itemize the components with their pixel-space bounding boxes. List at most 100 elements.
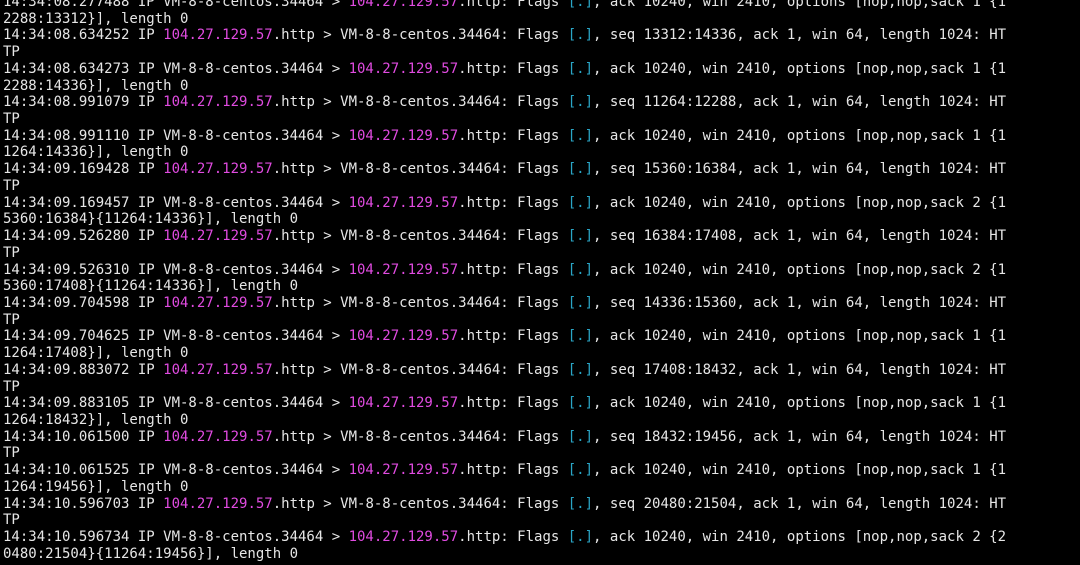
line-text: 1264:14336}], length 0 (3, 144, 189, 161)
line-text: , ack 10240, win 2410, options [nop,nop,… (593, 395, 1007, 412)
ip-address: 104.27.129.57 (348, 194, 459, 211)
line-text: , ack 10240, win 2410, options [nop,nop,… (593, 0, 1007, 10)
terminal-line: 14:34:10.596734 IP VM-8-8-centos.34464 >… (3, 529, 1080, 546)
line-text: , seq 16384:17408, ack 1, win 64, length… (593, 228, 1007, 245)
line-text: .http > VM-8-8-centos.34464: Flags (272, 294, 568, 311)
terminal-line: 14:34:10.061500 IP 104.27.129.57.http > … (3, 429, 1080, 446)
tcp-flags: [.] (567, 161, 594, 178)
line-text: TP (3, 512, 20, 529)
line-text: , seq 15360:16384, ack 1, win 64, length… (593, 161, 1007, 178)
terminal-line: 1264:19456}], length 0 (3, 479, 1080, 496)
tcp-flags: [.] (567, 428, 594, 445)
ip-address: 104.27.129.57 (163, 361, 273, 378)
line-text: , seq 17408:18432, ack 1, win 64, length… (593, 361, 1007, 378)
line-text: , ack 10240, win 2410, options [nop,nop,… (593, 60, 1007, 77)
line-text: 14:34:08.991110 IP VM-8-8-centos.34464 > (3, 127, 349, 144)
terminal-line: TP (3, 312, 1080, 329)
line-text: .http: Flags (458, 462, 568, 479)
tcp-flags: [.] (567, 228, 594, 245)
line-text: TP (3, 111, 20, 128)
line-text: TP (3, 445, 20, 462)
ip-address: 104.27.129.57 (348, 395, 459, 412)
tcp-flags: [.] (567, 60, 594, 77)
line-text: , seq 18432:19456, ack 1, win 64, length… (593, 428, 1007, 445)
line-text: TP (3, 378, 20, 395)
terminal-line: 2288:14336}], length 0 (3, 78, 1080, 95)
terminal-line: 14:34:10.061525 IP VM-8-8-centos.34464 >… (3, 462, 1080, 479)
line-text: .http: Flags (458, 194, 568, 211)
terminal-line: 5360:16384}{11264:14336}], length 0 (3, 211, 1080, 228)
line-text: , ack 10240, win 2410, options [nop,nop,… (593, 127, 1007, 144)
tcp-flags: [.] (567, 328, 594, 345)
line-text: , ack 10240, win 2410, options [nop,nop,… (593, 328, 1007, 345)
line-text: TP (3, 44, 20, 61)
ip-address: 104.27.129.57 (348, 529, 459, 545)
line-text: TP (3, 244, 20, 261)
terminal-line: TP (3, 445, 1080, 462)
terminal-line: 14:34:08.277488 IP VM-8-8-centos.34464 >… (3, 0, 1080, 11)
line-text: .http: Flags (458, 0, 568, 10)
ip-address: 104.27.129.57 (348, 0, 459, 10)
terminal-line: 14:34:08.634273 IP VM-8-8-centos.34464 >… (3, 61, 1080, 78)
terminal-line: 14:34:09.704598 IP 104.27.129.57.http > … (3, 295, 1080, 312)
ip-address: 104.27.129.57 (348, 60, 459, 77)
line-text: 1264:17408}], length 0 (3, 345, 189, 362)
line-text: , ack 10240, win 2410, options [nop,nop,… (593, 194, 1007, 211)
line-text: .http > VM-8-8-centos.34464: Flags (272, 428, 568, 445)
terminal-line: TP (3, 512, 1080, 529)
tcp-flags: [.] (567, 395, 594, 412)
line-text: , seq 11264:12288, ack 1, win 64, length… (593, 94, 1007, 111)
tcp-flags: [.] (567, 27, 594, 44)
line-text: .http: Flags (458, 328, 568, 345)
tcp-flags: [.] (567, 261, 594, 278)
line-text: 14:34:10.061500 IP (3, 428, 164, 445)
terminal-line: TP (3, 379, 1080, 396)
line-text: , ack 10240, win 2410, options [nop,nop,… (593, 529, 1007, 545)
line-text: , seq 13312:14336, ack 1, win 64, length… (593, 27, 1007, 44)
line-text: , ack 10240, win 2410, options [nop,nop,… (593, 261, 1007, 278)
line-text: .http: Flags (458, 261, 568, 278)
line-text: 14:34:09.883072 IP (3, 361, 164, 378)
line-text: 5360:17408}{11264:14336}], length 0 (3, 278, 299, 295)
line-text: 14:34:08.634273 IP VM-8-8-centos.34464 > (3, 60, 349, 77)
line-text: 14:34:09.704625 IP VM-8-8-centos.34464 > (3, 328, 349, 345)
terminal-line: 14:34:08.634252 IP 104.27.129.57.http > … (3, 27, 1080, 44)
terminal-line: 0480:21504}{11264:19456}], length 0 (3, 546, 1080, 563)
terminal-line: 14:34:09.169428 IP 104.27.129.57.http > … (3, 161, 1080, 178)
ip-address: 104.27.129.57 (348, 127, 459, 144)
terminal-line: TP (3, 178, 1080, 195)
line-text: .http: Flags (458, 395, 568, 412)
line-text: 14:34:10.061525 IP VM-8-8-centos.34464 > (3, 462, 349, 479)
ip-address: 104.27.129.57 (348, 462, 459, 479)
terminal-line: 14:34:09.883105 IP VM-8-8-centos.34464 >… (3, 395, 1080, 412)
tcp-flags: [.] (567, 495, 594, 512)
line-text: 14:34:09.526310 IP VM-8-8-centos.34464 > (3, 261, 349, 278)
terminal-line: 14:34:08.991110 IP VM-8-8-centos.34464 >… (3, 128, 1080, 145)
tcp-flags: [.] (567, 94, 594, 111)
terminal-line: 14:34:08.991079 IP 104.27.129.57.http > … (3, 94, 1080, 111)
terminal-line: TP (3, 44, 1080, 61)
line-text: TP (3, 177, 20, 194)
line-text: 0480:21504}{11264:19456}], length 0 (3, 545, 299, 562)
terminal-line: 14:34:09.169457 IP VM-8-8-centos.34464 >… (3, 195, 1080, 212)
line-text: .http: Flags (458, 60, 568, 77)
ip-address: 104.27.129.57 (163, 94, 273, 111)
terminal-line: 14:34:09.526280 IP 104.27.129.57.http > … (3, 228, 1080, 245)
ip-address: 104.27.129.57 (163, 27, 273, 44)
ip-address: 104.27.129.57 (163, 228, 273, 245)
line-text: 5360:16384}{11264:14336}], length 0 (3, 211, 299, 228)
line-text: 14:34:09.526280 IP (3, 228, 164, 245)
terminal-line: 14:34:09.883072 IP 104.27.129.57.http > … (3, 362, 1080, 379)
terminal-line: 5360:17408}{11264:14336}], length 0 (3, 278, 1080, 295)
line-text: 1264:19456}], length 0 (3, 478, 189, 495)
line-text: 14:34:08.991079 IP (3, 94, 164, 111)
line-text: 14:34:08.277488 IP VM-8-8-centos.34464 > (3, 0, 349, 10)
line-text: 1264:18432}], length 0 (3, 411, 189, 428)
terminal-line: TP (3, 111, 1080, 128)
line-text: 14:34:10.596703 IP (3, 495, 164, 512)
line-text: 14:34:09.169457 IP VM-8-8-centos.34464 > (3, 194, 349, 211)
line-text: 2288:13312}], length 0 (3, 10, 189, 27)
line-text: .http > VM-8-8-centos.34464: Flags (272, 161, 568, 178)
terminal-window[interactable]: 14:34:08.277488 IP VM-8-8-centos.34464 >… (0, 0, 1080, 565)
ip-address: 104.27.129.57 (163, 161, 273, 178)
